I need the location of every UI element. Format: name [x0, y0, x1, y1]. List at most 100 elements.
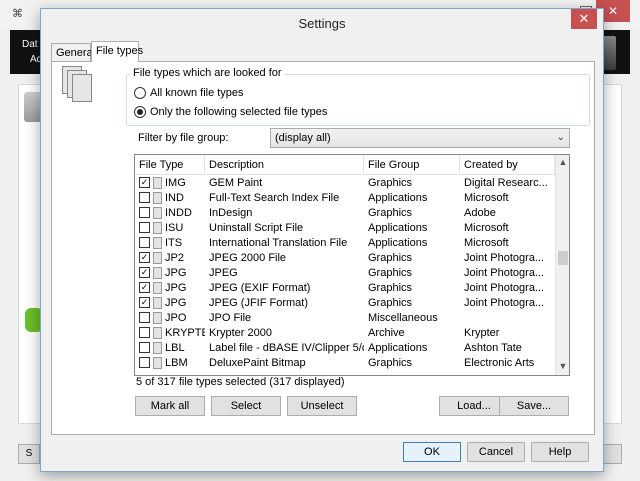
cell-description: Full-Text Search Index File — [209, 192, 340, 204]
row-checkbox[interactable] — [139, 192, 150, 203]
cancel-button[interactable]: Cancel — [467, 442, 525, 462]
radio-button-checked[interactable] — [134, 106, 146, 118]
cell-created-by: Microsoft — [464, 222, 509, 234]
row-checkbox[interactable] — [139, 342, 150, 353]
cell-created-by: Microsoft — [464, 237, 509, 249]
group-label: File types which are looked for — [130, 67, 285, 79]
radio-selected-label: Only the following selected file types — [150, 106, 328, 118]
file-icon — [153, 222, 162, 234]
cell-file-group: Applications — [368, 192, 428, 204]
cell-file-group: Graphics — [368, 207, 413, 219]
table-row[interactable]: ✓ JP2 JPEG 2000 File Graphics Joint Photogra… — [135, 251, 555, 266]
file-icon — [153, 312, 162, 324]
selection-status: 5 of 317 file types selected (317 displa… — [136, 376, 345, 388]
vertical-scrollbar[interactable]: ▲ ▼ — [555, 155, 569, 375]
row-checkbox[interactable] — [139, 312, 150, 323]
list-header: File Type Description File Group Created… — [135, 155, 555, 175]
cell-created-by: Electronic Arts — [464, 357, 535, 369]
radio-all-label: All known file types — [150, 87, 244, 99]
row-checkbox[interactable]: ✓ — [139, 282, 150, 293]
row-checkbox[interactable] — [139, 237, 150, 248]
table-row[interactable]: IND Full-Text Search Index File Applicatio… — [135, 191, 555, 206]
column-header-file-type[interactable]: File Type — [135, 155, 205, 175]
unselect-button[interactable]: Unselect — [287, 396, 357, 416]
cell-file-group: Applications — [368, 237, 428, 249]
row-checkbox[interactable]: ✓ — [139, 267, 150, 278]
background-header-text: Dat — [22, 39, 38, 50]
chevron-down-icon: ⌄ — [556, 132, 565, 143]
table-row[interactable]: KRYPTER Krypter 2000 Archive Krypter — [135, 326, 555, 341]
app-icon: ⌘ — [12, 8, 23, 20]
row-checkbox[interactable]: ✓ — [139, 252, 150, 263]
table-row[interactable]: ✓ JPG JPEG (JFIF Format) Graphics Joint Phot… — [135, 296, 555, 311]
radio-only-selected[interactable]: Only the following selected file types — [134, 105, 327, 119]
table-row[interactable]: LBM DeluxePaint Bitmap Graphics Electronic … — [135, 356, 555, 371]
cell-created-by: Digital Researc... — [464, 177, 548, 189]
row-checkbox[interactable] — [139, 207, 150, 218]
scroll-up-icon[interactable]: ▲ — [556, 157, 569, 169]
row-checkbox[interactable] — [139, 357, 150, 368]
cell-file-type: LBM — [165, 357, 188, 369]
radio-button[interactable] — [134, 87, 146, 99]
radio-all-known[interactable]: All known file types — [134, 86, 244, 100]
row-checkbox[interactable] — [139, 327, 150, 338]
cell-created-by — [464, 311, 554, 326]
scroll-thumb[interactable] — [558, 251, 568, 265]
select-button[interactable]: Select — [211, 396, 281, 416]
file-icon — [153, 207, 162, 219]
file-types-list[interactable]: File Type Description File Group Created… — [134, 154, 570, 376]
scroll-down-icon[interactable]: ▼ — [556, 361, 569, 373]
settings-dialog: Settings ✕ General File types File types… — [40, 8, 604, 472]
mark-all-button[interactable]: Mark all — [135, 396, 205, 416]
file-types-icon — [62, 66, 102, 106]
cell-file-type: ISU — [165, 222, 184, 234]
cell-description: DeluxePaint Bitmap — [209, 357, 306, 369]
help-button[interactable]: Help — [531, 442, 589, 462]
cell-description: JPO File — [209, 312, 252, 324]
file-icon — [153, 327, 162, 339]
cell-description: Krypter 2000 — [209, 327, 272, 339]
file-icon — [153, 192, 162, 204]
table-row[interactable]: ITS International Translation File Applica… — [135, 236, 555, 251]
column-header-description[interactable]: Description — [205, 155, 364, 175]
table-row[interactable]: ✓ JPG JPEG (EXIF Format) Graphics Joint Phot… — [135, 281, 555, 296]
file-icon — [153, 267, 162, 279]
cell-file-group: Graphics — [368, 282, 413, 294]
table-row[interactable]: ✓ JPG JPEG Graphics Joint Photogra... — [135, 266, 555, 281]
row-checkbox[interactable]: ✓ — [139, 297, 150, 308]
cell-created-by: Joint Photogra... — [464, 297, 545, 309]
cell-file-type: JPG — [165, 282, 187, 294]
cell-file-type: KRYPTER — [165, 327, 205, 339]
file-icon — [153, 357, 162, 369]
cell-created-by: Adobe — [464, 207, 496, 219]
cell-description: JPEG (JFIF Format) — [209, 297, 308, 309]
file-icon — [153, 342, 162, 354]
list-rows: ✓ IMG GEM Paint Graphics Digital Researc... I… — [135, 176, 555, 371]
tab-file-types[interactable]: File types — [91, 41, 143, 62]
column-header-created-by[interactable]: Created by — [460, 155, 555, 175]
save-button[interactable]: Save... — [499, 396, 569, 416]
table-row[interactable]: ISU Uninstall Script File Applications Micr… — [135, 221, 555, 236]
table-row[interactable]: LBL Label file - dBASE IV/Clipper 5/dB...… — [135, 341, 555, 356]
ok-button[interactable]: OK — [403, 442, 461, 462]
cell-description: Label file - dBASE IV/Clipper 5/dB... — [209, 342, 364, 354]
cell-file-group: Miscellaneous — [368, 312, 438, 324]
background-button[interactable]: S — [18, 444, 40, 464]
cell-description: GEM Paint — [209, 177, 263, 189]
close-icon[interactable]: ✕ — [571, 9, 597, 29]
table-row[interactable]: INDD InDesign Graphics Adobe — [135, 206, 555, 221]
cell-file-type: JP2 — [165, 252, 184, 264]
filter-label: Filter by file group: — [138, 132, 229, 144]
cell-file-type: JPO — [165, 312, 187, 324]
cell-file-group: Graphics — [368, 297, 413, 309]
filter-group-select[interactable]: (display all) ⌄ — [270, 128, 570, 148]
file-types-panel: File types which are looked for All know… — [51, 61, 595, 435]
row-checkbox[interactable]: ✓ — [139, 177, 150, 188]
table-row[interactable]: JPO JPO File Miscellaneous — [135, 311, 555, 326]
filter-value: (display all) — [275, 132, 331, 144]
row-checkbox[interactable] — [139, 222, 150, 233]
column-header-file-group[interactable]: File Group — [364, 155, 460, 175]
cell-file-type: JPG — [165, 297, 187, 309]
tab-general[interactable]: General — [51, 43, 95, 61]
table-row[interactable]: ✓ IMG GEM Paint Graphics Digital Researc... — [135, 176, 555, 191]
